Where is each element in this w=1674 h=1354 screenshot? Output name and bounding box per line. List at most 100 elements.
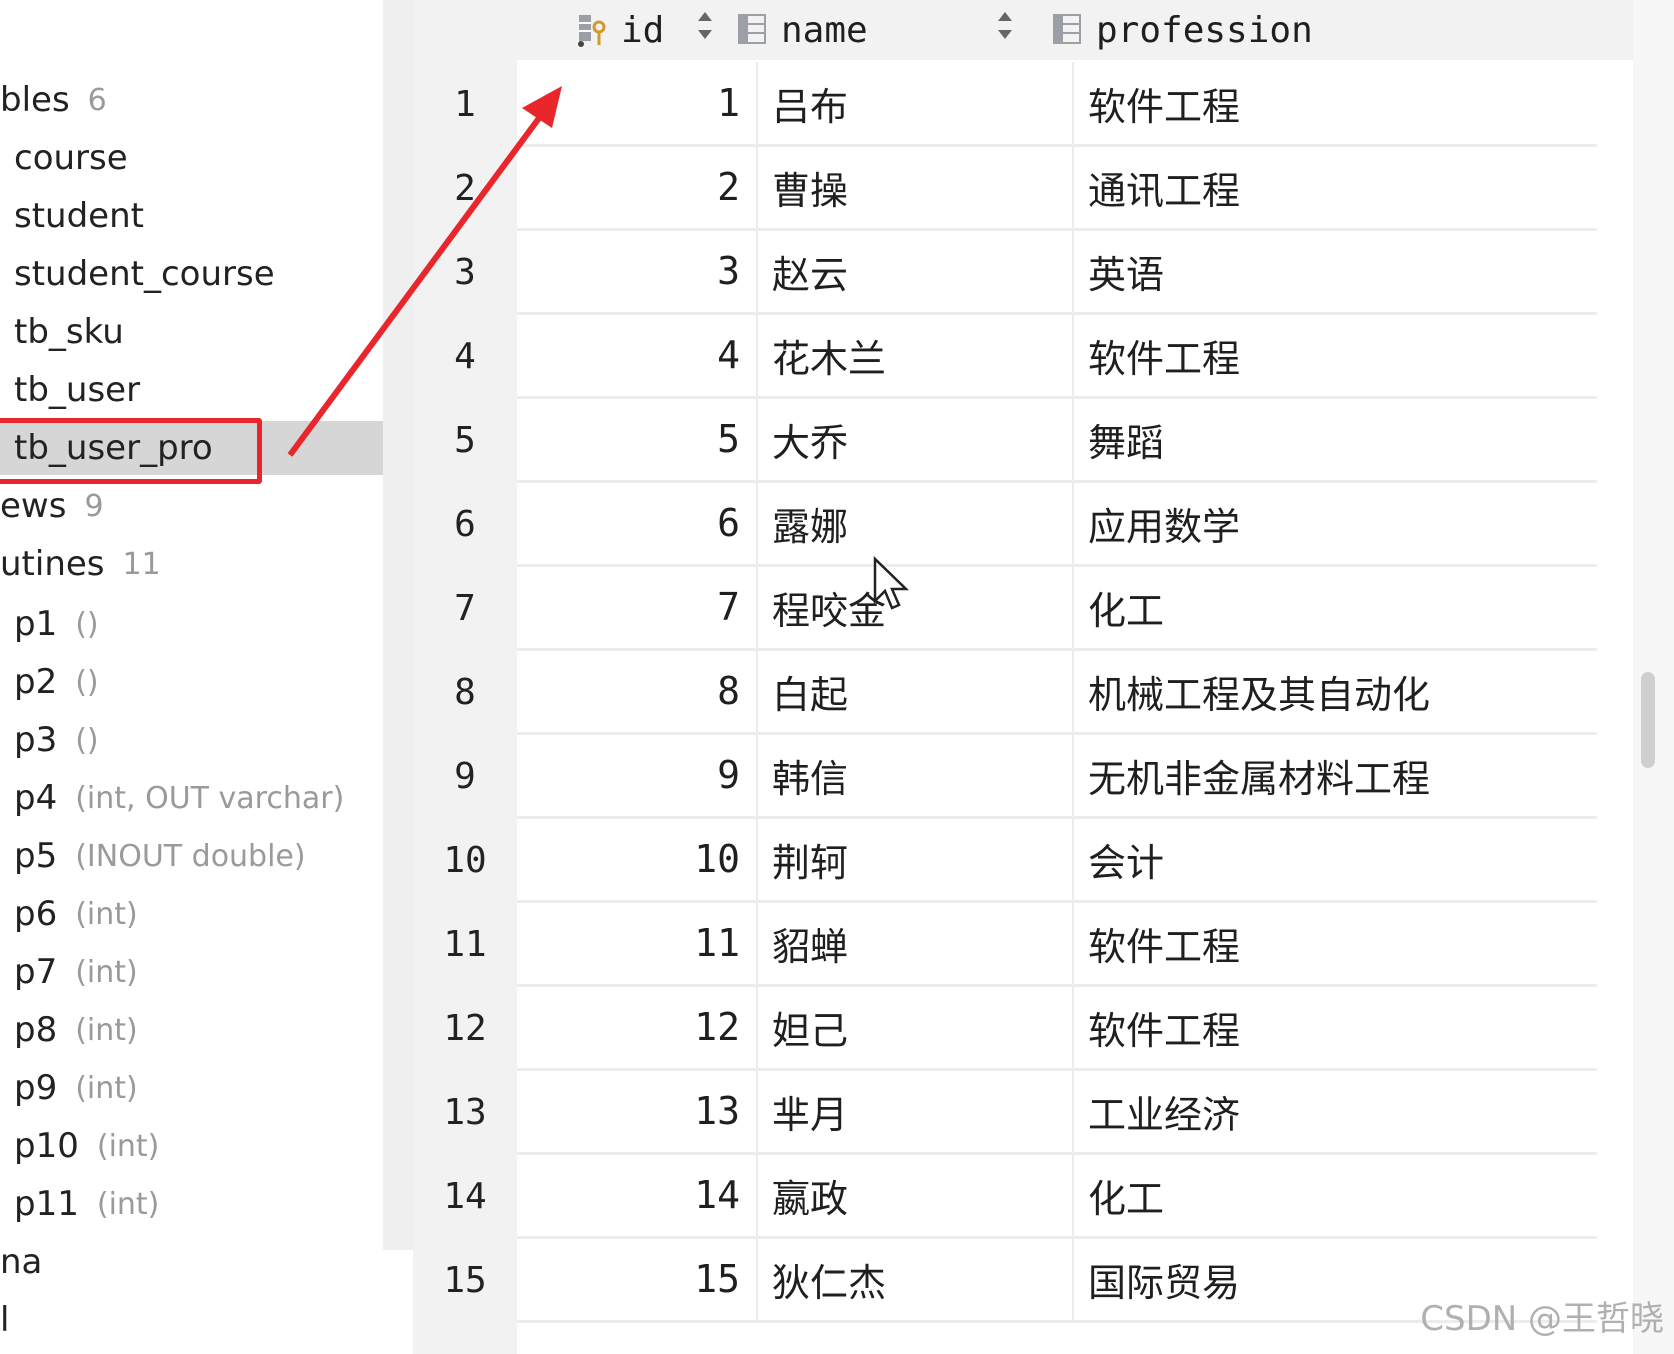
tree-item[interactable]: p1 () bbox=[0, 597, 383, 651]
row-number: 15 bbox=[443, 1259, 487, 1301]
column-header-id[interactable]: id bbox=[577, 0, 664, 60]
cell-id[interactable]: 5 bbox=[517, 398, 758, 480]
column-header-profession[interactable]: profession bbox=[1052, 0, 1313, 60]
table-row[interactable]: 15 15 狄仁杰 国际贸易 bbox=[413, 1238, 1597, 1323]
cell-profession[interactable]: 软件工程 bbox=[1076, 902, 1596, 984]
tree-item-meta: (INOUT double) bbox=[75, 838, 306, 874]
cell-name[interactable]: 狄仁杰 bbox=[760, 1238, 1074, 1320]
cell-profession[interactable]: 通讯工程 bbox=[1076, 146, 1596, 228]
tree-item[interactable]: tb_sku bbox=[0, 305, 383, 359]
tree-item[interactable]: bles 6 bbox=[0, 73, 383, 127]
cell-id[interactable]: 13 bbox=[517, 1070, 758, 1152]
row-number: 12 bbox=[443, 1007, 487, 1049]
tree-item[interactable]: p9 (int) bbox=[0, 1061, 383, 1115]
cell-name[interactable]: 大乔 bbox=[760, 398, 1074, 480]
tree-scrollbar-track[interactable] bbox=[383, 0, 413, 1250]
cell-name[interactable]: 赵云 bbox=[760, 230, 1074, 312]
cell-id[interactable]: 6 bbox=[517, 482, 758, 564]
tree-item[interactable]: na bbox=[0, 1235, 383, 1289]
cell-profession[interactable]: 软件工程 bbox=[1076, 314, 1596, 396]
tree-item[interactable]: course bbox=[0, 131, 383, 185]
sort-icon[interactable] bbox=[997, 10, 1013, 50]
table-row[interactable]: 3 3 赵云 英语 bbox=[413, 230, 1597, 315]
tree-item[interactable]: ews 9 bbox=[0, 479, 383, 533]
cell-profession[interactable]: 软件工程 bbox=[1076, 62, 1596, 144]
cell-name[interactable]: 嬴政 bbox=[760, 1154, 1074, 1236]
cell-id[interactable]: 11 bbox=[517, 902, 758, 984]
table-row[interactable]: 1 1 吕布 软件工程 bbox=[413, 62, 1597, 147]
cell-profession[interactable]: 应用数学 bbox=[1076, 482, 1596, 564]
tree-item[interactable]: student_course bbox=[0, 247, 383, 301]
table-row[interactable]: 9 9 韩信 无机非金属材料工程 bbox=[413, 734, 1597, 819]
tree-item[interactable]: p6 (int) bbox=[0, 887, 383, 941]
tree-item[interactable]: l bbox=[0, 1293, 383, 1347]
cell-name[interactable]: 妲己 bbox=[760, 986, 1074, 1068]
row-number: 5 bbox=[454, 419, 476, 461]
tree-item-meta: () bbox=[75, 722, 99, 758]
cell-profession[interactable]: 无机非金属材料工程 bbox=[1076, 734, 1596, 816]
tree-item[interactable]: p2 () bbox=[0, 655, 383, 709]
cell-id[interactable]: 4 bbox=[517, 314, 758, 396]
tree-item[interactable]: p3 () bbox=[0, 713, 383, 767]
cell-name[interactable]: 荆轲 bbox=[760, 818, 1074, 900]
cell-id[interactable]: 2 bbox=[517, 146, 758, 228]
table-row[interactable]: 8 8 白起 机械工程及其自动化 bbox=[413, 650, 1597, 735]
row-number: 1 bbox=[454, 83, 476, 125]
cell-name[interactable]: 吕布 bbox=[760, 62, 1074, 144]
table-row[interactable]: 10 10 荆轲 会计 bbox=[413, 818, 1597, 903]
table-row[interactable]: 5 5 大乔 舞蹈 bbox=[413, 398, 1597, 483]
tree-item-meta: (int, OUT varchar) bbox=[75, 780, 345, 816]
cell-profession[interactable]: 会计 bbox=[1076, 818, 1596, 900]
database-tree: bles 6 course student student_course tb_sku tb… bbox=[0, 0, 383, 1354]
cell-id[interactable]: 8 bbox=[517, 650, 758, 732]
cell-name[interactable]: 露娜 bbox=[760, 482, 1074, 564]
tree-item[interactable]: p8 (int) bbox=[0, 1003, 383, 1057]
cell-id[interactable]: 12 bbox=[517, 986, 758, 1068]
cell-id[interactable]: 14 bbox=[517, 1154, 758, 1236]
row-number: 4 bbox=[454, 335, 476, 377]
column-header-name[interactable]: name bbox=[737, 0, 868, 60]
grid-scrollbar-thumb[interactable] bbox=[1641, 672, 1655, 768]
column-header-label: profession bbox=[1096, 9, 1313, 51]
tree-item[interactable]: p7 (int) bbox=[0, 945, 383, 999]
table-row[interactable]: 2 2 曹操 通讯工程 bbox=[413, 146, 1597, 231]
table-row[interactable]: 14 14 嬴政 化工 bbox=[413, 1154, 1597, 1239]
watermark: CSDN @王哲晓 bbox=[1420, 1299, 1664, 1339]
table-row[interactable]: 7 7 程咬金 化工 bbox=[413, 566, 1597, 651]
table-row[interactable]: 4 4 花木兰 软件工程 bbox=[413, 314, 1597, 399]
tree-item[interactable]: p4 (int, OUT varchar) bbox=[0, 771, 383, 825]
cell-profession[interactable]: 软件工程 bbox=[1076, 986, 1596, 1068]
table-row[interactable]: 6 6 露娜 应用数学 bbox=[413, 482, 1597, 567]
tree-item-label: p11 bbox=[14, 1184, 79, 1224]
cell-profession[interactable]: 工业经济 bbox=[1076, 1070, 1596, 1152]
cell-id[interactable]: 9 bbox=[517, 734, 758, 816]
tree-item[interactable]: student bbox=[0, 189, 383, 243]
cell-profession[interactable]: 舞蹈 bbox=[1076, 398, 1596, 480]
tree-item[interactable]: utines 11 bbox=[0, 537, 383, 591]
cell-id[interactable]: 7 bbox=[517, 566, 758, 648]
cell-profession[interactable]: 化工 bbox=[1076, 1154, 1596, 1236]
sort-icon[interactable] bbox=[697, 10, 713, 50]
cell-name[interactable]: 貂蝉 bbox=[760, 902, 1074, 984]
cell-name[interactable]: 程咬金 bbox=[760, 566, 1074, 648]
cell-name[interactable]: 芈月 bbox=[760, 1070, 1074, 1152]
cell-id[interactable]: 15 bbox=[517, 1238, 758, 1320]
table-row[interactable]: 13 13 芈月 工业经济 bbox=[413, 1070, 1597, 1155]
cell-id[interactable]: 1 bbox=[517, 62, 758, 144]
cell-name[interactable]: 曹操 bbox=[760, 146, 1074, 228]
cell-profession[interactable]: 机械工程及其自动化 bbox=[1076, 650, 1596, 732]
cell-profession[interactable]: 化工 bbox=[1076, 566, 1596, 648]
tree-item[interactable]: p11 (int) bbox=[0, 1177, 383, 1231]
cell-id[interactable]: 10 bbox=[517, 818, 758, 900]
cell-name[interactable]: 花木兰 bbox=[760, 314, 1074, 396]
cell-profession[interactable]: 英语 bbox=[1076, 230, 1596, 312]
cell-id[interactable]: 3 bbox=[517, 230, 758, 312]
table-row[interactable]: 11 11 貂蝉 软件工程 bbox=[413, 902, 1597, 987]
cell-name[interactable]: 白起 bbox=[760, 650, 1074, 732]
tree-item[interactable]: p10 (int) bbox=[0, 1119, 383, 1173]
data-grid: id name profession 1 1 吕布 软件工程 2 2 曹操 通讯… bbox=[413, 0, 1633, 1354]
tree-item[interactable]: tb_user bbox=[0, 363, 383, 417]
table-row[interactable]: 12 12 妲己 软件工程 bbox=[413, 986, 1597, 1071]
tree-item[interactable]: p5 (INOUT double) bbox=[0, 829, 383, 883]
cell-name[interactable]: 韩信 bbox=[760, 734, 1074, 816]
